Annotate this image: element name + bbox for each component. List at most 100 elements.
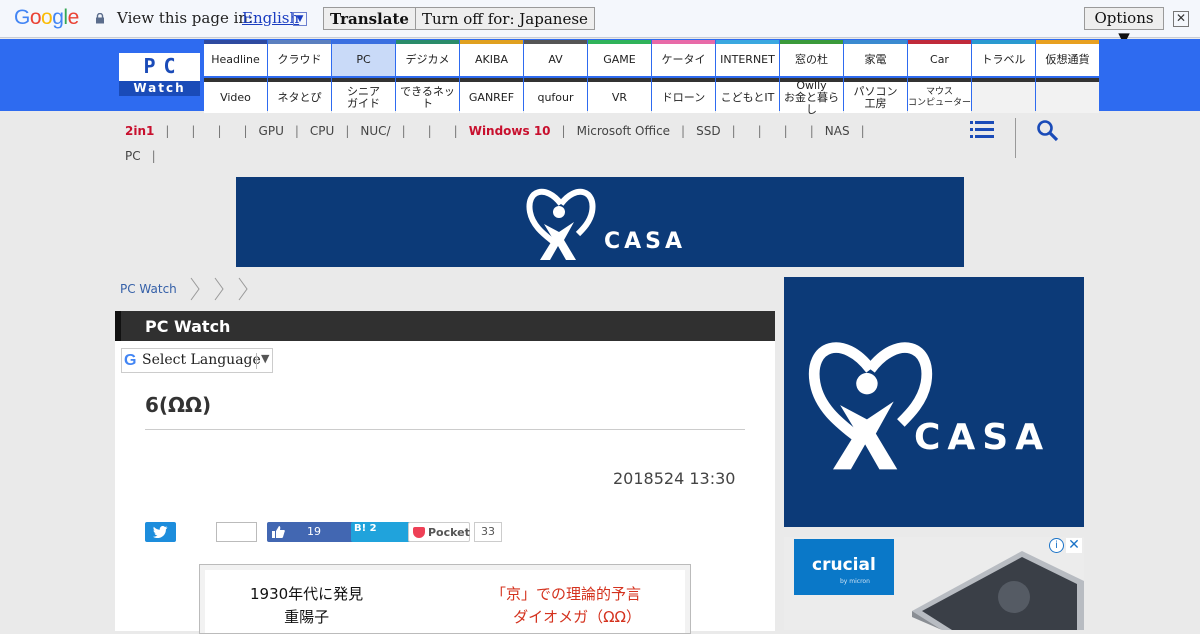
ad-close-icon[interactable]: ✕: [1066, 538, 1082, 553]
nav-item[interactable]: クラウド: [268, 40, 331, 76]
twitter-count: [216, 522, 257, 542]
nav-item[interactable]: VR: [588, 78, 651, 113]
separator: |: [427, 124, 432, 138]
separator: |: [681, 124, 686, 138]
topic-line: 2in1 | | | | GPU | CPU | NUC/ | | | Windows 10 | Micros…: [125, 119, 945, 144]
banner-ad[interactable]: CASA: [236, 177, 964, 267]
language-link[interactable]: English: [242, 9, 299, 27]
separator: |: [731, 124, 736, 138]
breadcrumb-home[interactable]: PC Watch: [120, 282, 177, 296]
chevron-right-icon: [190, 277, 200, 301]
ad-info-icon[interactable]: i: [1049, 538, 1064, 553]
side-ad-text: CASA: [914, 417, 1051, 458]
figure-left-line1: 1930年代に発見: [250, 585, 364, 603]
translate-bar: Google View this page in: English ▼ Tran…: [0, 0, 1200, 47]
nav-item[interactable]: デジカメ: [396, 40, 459, 76]
nav-item[interactable]: Owlly お金と暮らし: [780, 78, 843, 115]
banner-ad-text: CASA: [604, 229, 687, 254]
nav-item[interactable]: [972, 78, 1035, 113]
nav-item[interactable]: 仮想通貨: [1036, 40, 1099, 76]
chevron-right-icon: [214, 277, 224, 301]
figure-image: 1930年代に発見 重陽子 「京」での理論的予言 ダイオメガ（ΩΩ）: [205, 570, 685, 633]
site-logo[interactable]: PC Watch: [119, 53, 200, 96]
nav-item[interactable]: ネタとぴ: [268, 78, 331, 113]
separator: |: [151, 149, 156, 163]
crucial-sub: by micron: [840, 578, 870, 585]
separator: |: [401, 124, 406, 138]
separator: |: [191, 124, 196, 138]
figure-right-line1: 「京」での理論的予言: [491, 585, 642, 603]
separator: |: [453, 124, 458, 138]
translate-button[interactable]: Translate: [323, 7, 416, 30]
nav-item[interactable]: [1036, 78, 1099, 113]
nav-item[interactable]: AV: [524, 40, 587, 76]
menu-icon[interactable]: [970, 120, 994, 140]
nav-item[interactable]: ドローン: [652, 78, 715, 113]
facebook-like-button[interactable]: 19: [267, 522, 355, 542]
side-ad[interactable]: CASA: [784, 277, 1084, 527]
chevron-right-icon: [238, 277, 248, 301]
topic-link[interactable]: 2in1: [125, 124, 154, 138]
casa-logo-icon: [526, 188, 596, 260]
separator: |: [345, 124, 350, 138]
topic-nav: 2in1 | | | | GPU | CPU | NUC/ | | | Windows 10 | Micros…: [125, 119, 945, 169]
ssd-image: [912, 551, 1084, 630]
figure-left-line2: 重陽子: [284, 608, 330, 626]
topic-link[interactable]: GPU: [259, 124, 284, 138]
nav-item[interactable]: Headline: [204, 40, 267, 76]
topic-link[interactable]: Windows 10: [469, 124, 551, 138]
pocket-label: Pocket: [428, 526, 470, 539]
google-logo: Google: [14, 6, 79, 29]
figure-right-caption: 「京」での理論的予言 ダイオメガ（ΩΩ）: [491, 583, 641, 629]
separator: |: [757, 124, 762, 138]
nav-item[interactable]: パソコン 工房: [844, 78, 907, 113]
language-dropdown-icon[interactable]: ▼: [293, 12, 307, 26]
select-language-dropdown[interactable]: G Select Language ▼: [121, 348, 273, 373]
nav-item[interactable]: できるネット: [396, 78, 459, 113]
nav-item[interactable]: 窓の杜: [780, 40, 843, 76]
logo-watch: Watch: [119, 81, 200, 96]
crucial-ad[interactable]: crucial by micron i ✕: [784, 537, 1084, 630]
figure-left-caption: 1930年代に発見 重陽子: [250, 583, 363, 629]
twitter-share-button[interactable]: [145, 522, 176, 542]
facebook-share-edge[interactable]: [331, 522, 341, 542]
nav-item[interactable]: GANREF: [460, 78, 523, 113]
nav-item[interactable]: シニア ガイド: [332, 78, 395, 113]
figure-right-line2: ダイオメガ（ΩΩ）: [513, 608, 642, 626]
article-date: 2018524 13:30: [613, 469, 736, 488]
pocket-count: 33: [474, 522, 502, 542]
topic-link[interactable]: SSD: [696, 124, 720, 138]
search-icon[interactable]: [1036, 119, 1060, 143]
dropdown-arrow-icon: ▼: [261, 352, 270, 365]
pocket-button[interactable]: Pocket: [408, 522, 470, 542]
nav-item[interactable]: AKIBA: [460, 40, 523, 76]
nav-item[interactable]: 家電: [844, 40, 907, 76]
nav-item[interactable]: トラベル: [972, 40, 1035, 76]
topic-link[interactable]: Microsoft Office: [577, 124, 670, 138]
nav-item[interactable]: こどもとIT: [716, 78, 779, 113]
topic-link[interactable]: NAS: [825, 124, 850, 138]
topic-link[interactable]: CPU: [310, 124, 334, 138]
title-divider: [145, 429, 745, 430]
nav-item[interactable]: GAME: [588, 40, 651, 76]
facebook-count: 19: [307, 525, 321, 538]
topic-link[interactable]: PC: [125, 149, 141, 163]
turn-off-button[interactable]: Turn off for: Japanese: [415, 7, 595, 30]
crucial-logo: crucial: [812, 555, 876, 575]
article-figure[interactable]: 1930年代に発見 重陽子 「京」での理論的予言 ダイオメガ（ΩΩ）: [199, 564, 691, 634]
separator: |: [243, 124, 248, 138]
nav-item[interactable]: PC: [332, 40, 395, 76]
nav-item[interactable]: マウス コンピューター: [908, 78, 971, 113]
separator: |: [809, 124, 814, 138]
topic-link[interactable]: NUC/: [360, 124, 390, 138]
options-button[interactable]: Options ▼: [1084, 7, 1164, 47]
close-icon[interactable]: ✕: [1173, 11, 1189, 27]
nav-item[interactable]: qufour: [524, 78, 587, 113]
pocket-icon: [413, 527, 425, 538]
nav-item[interactable]: INTERNET: [716, 40, 779, 76]
nav-item[interactable]: Video: [204, 78, 267, 113]
separator: |: [783, 124, 788, 138]
nav-item[interactable]: ケータイ: [652, 40, 715, 76]
article: PC Watch G Select Language ▼ 6(ΩΩ) 20185…: [115, 311, 775, 634]
nav-item[interactable]: Car: [908, 40, 971, 76]
